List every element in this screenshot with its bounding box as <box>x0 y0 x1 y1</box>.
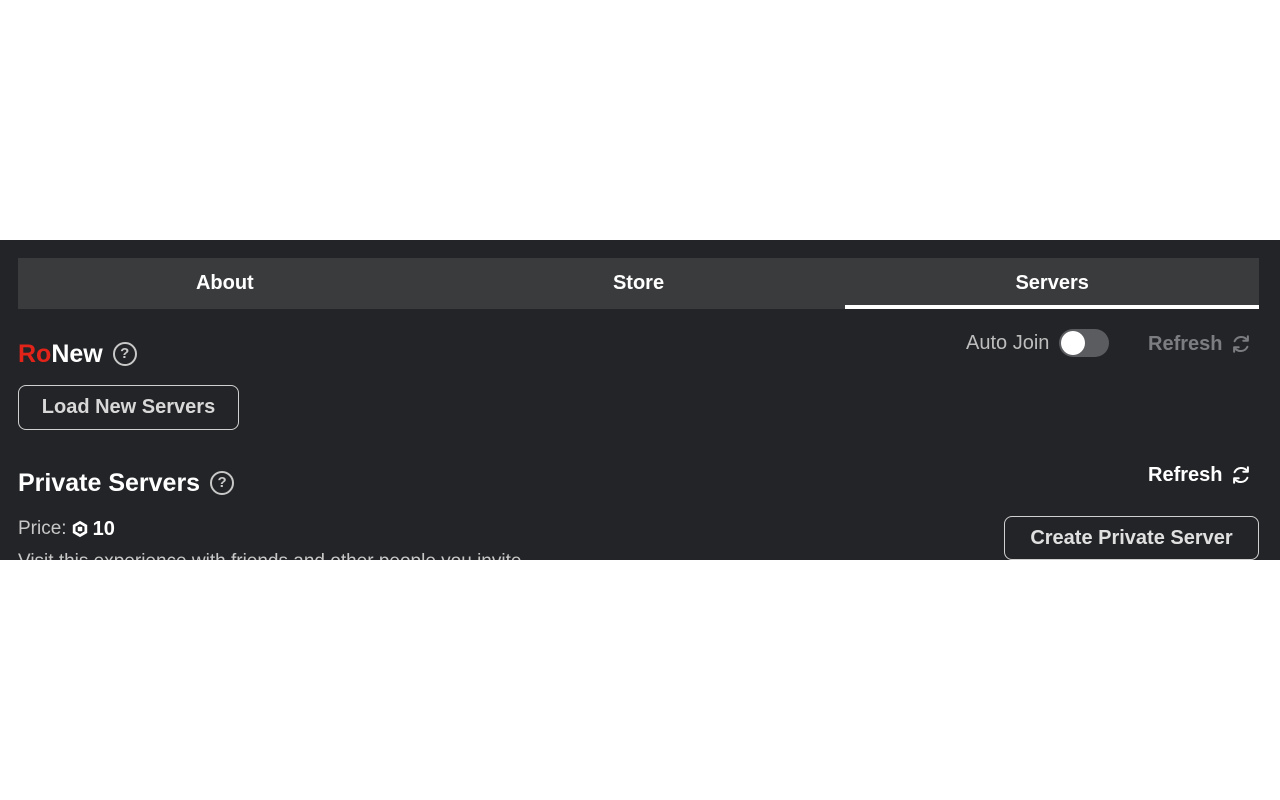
tab-servers[interactable]: Servers <box>845 258 1259 309</box>
load-new-servers-button[interactable]: Load New Servers <box>18 385 239 430</box>
toggle-knob <box>1061 331 1086 355</box>
ronew-title-ro: Ro <box>18 339 52 368</box>
refresh-label: Refresh <box>1148 332 1223 355</box>
robux-icon <box>72 520 87 538</box>
refresh-private-servers-button[interactable]: Refresh <box>1148 461 1252 489</box>
tab-store[interactable]: Store <box>432 258 846 309</box>
tab-store-label: Store <box>612 272 665 294</box>
auto-join-toggle[interactable] <box>1059 329 1110 357</box>
price-label: Price: <box>18 518 67 539</box>
refresh-icon <box>1233 335 1250 353</box>
tab-bar: About Store Servers <box>18 258 1259 309</box>
auto-join-control: Auto Join <box>966 328 1110 358</box>
create-private-server-button[interactable]: Create Private Server <box>1004 516 1259 560</box>
private-servers-heading: Private Servers ? <box>18 466 235 500</box>
ronew-title-new: New <box>51 339 103 368</box>
price-value: 10 <box>92 517 115 540</box>
question-circle-icon[interactable]: ? <box>112 342 137 366</box>
refresh-label: Refresh <box>1148 463 1223 486</box>
private-servers-title: Private Servers <box>18 468 201 497</box>
refresh-servers-button[interactable]: Refresh <box>1148 330 1252 358</box>
tab-about[interactable]: About <box>18 258 432 309</box>
ronew-heading: Ro New ? <box>18 338 137 370</box>
game-details-panel: About Store Servers Ro New ? Load New Ser… <box>0 240 1280 560</box>
question-circle-icon[interactable]: ? <box>210 471 235 495</box>
tab-about-label: About <box>195 272 254 294</box>
tab-servers-label: Servers <box>1015 272 1089 294</box>
private-server-price: Price: 10 <box>18 516 115 542</box>
private-servers-description: Visit this experience with friends and o… <box>18 551 527 560</box>
auto-join-label: Auto Join <box>966 331 1050 354</box>
refresh-icon <box>1233 466 1250 484</box>
